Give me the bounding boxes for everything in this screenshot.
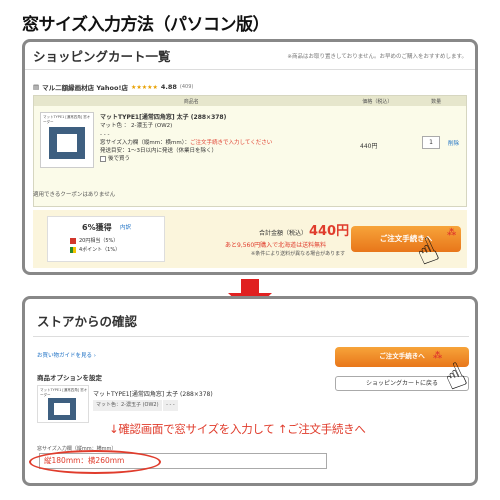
- rating-value: 4.88: [160, 83, 177, 91]
- col-price: 価格（税込）: [362, 98, 393, 105]
- points-box: 6%獲得 内訳 20円相当（5%） 4ポイント（1%）: [47, 216, 165, 262]
- thumb-label: マットTYPE1 [通常四角] 窓オーダー: [43, 115, 91, 124]
- product-thumbnail-2: マットTYPE1 [通常四角] 窓オーダー: [37, 385, 89, 423]
- table-header: 商品名 価格（税込） 数量: [34, 96, 466, 106]
- cart-panel: ショッピングカート一覧 ※商品はお取り置きしておりません。お早めのご購入をおすす…: [22, 39, 478, 275]
- paypay-icon: [70, 237, 76, 244]
- total-label: 合計金額（税込）: [259, 230, 308, 237]
- earn-detail-link[interactable]: 内訳: [120, 223, 131, 231]
- cart-notice: ※商品はお取り置きしておりません。お早めのご購入をおすすめします。: [287, 53, 467, 60]
- mat-frame-icon: [49, 127, 85, 159]
- cart-header: ショッピングカート一覧 ※商品はお取り置きしておりません。お早めのご購入をおすす…: [25, 42, 475, 70]
- confirm-panel: ストアからの確認 お買い物ガイドを見る › 商品オプションを設定 ご注文手続きへ…: [22, 296, 478, 486]
- earn-line-2-text: 4ポイント（1%）: [79, 247, 121, 253]
- save-later-checkbox[interactable]: [100, 155, 106, 162]
- store-icon: ▤: [33, 83, 40, 91]
- rating-stars: ★★★★★: [130, 83, 158, 91]
- page-title: 窓サイズ入力方法（パソコン版）: [22, 15, 270, 35]
- product-name-2: マットTYPE1[通常四角窓] 太子 (288×378): [93, 391, 213, 398]
- product-color: マット色 ： 2-濃玉子 (OW2): [100, 123, 173, 130]
- product-name[interactable]: マットTYPE1[通常四角窓] 太子 (288×378): [100, 114, 272, 122]
- window-size-label: 窓サイズ入力欄（縦mm：横mm）：: [100, 139, 191, 146]
- checkout-button[interactable]: ご注文手続きへ: [351, 226, 461, 252]
- mat-frame-icon-2: [48, 398, 76, 420]
- divider: [33, 336, 469, 337]
- col-qty: 数量: [431, 98, 442, 105]
- product-info: マットTYPE1[通常四角窓] 太子 (288×378) マット色 ： 2-濃玉…: [100, 114, 272, 164]
- earn-percent: 6%獲得: [82, 223, 112, 232]
- guide-link[interactable]: お買い物ガイドを見る ›: [37, 351, 96, 359]
- window-size-row: 窓サイズ入力欄（縦mm：横mm）：ご注文手続きで入力してください: [100, 139, 272, 147]
- cart-title: ショッピングカート一覧: [33, 49, 171, 64]
- save-for-later[interactable]: 後で買う: [100, 155, 272, 163]
- free-shipping-note: あと9,560円購入で北海道は送料無料: [225, 242, 327, 249]
- save-later-label: 後で買う: [108, 156, 131, 163]
- total-row: 合計金額（税込） 440円: [259, 220, 349, 239]
- instruction-annotation: ↓確認画面で窓サイズを入力して ↑ご注文手続きへ: [109, 422, 366, 436]
- product-thumbnail[interactable]: マットTYPE1 [通常四角] 窓オーダー: [40, 112, 94, 168]
- shipping-condition-note: ※条件により送料が異なる場合があります: [251, 251, 346, 257]
- thumb-label-2: マットTYPE1 [通常四角] 窓オーダー: [40, 388, 88, 397]
- earn-line-1-text: 20円相当（5%）: [79, 238, 119, 244]
- store-row: ▤ マル二額縁画材店 Yahoo!店 ★★★★★ 4.88 (409): [33, 82, 193, 92]
- click-spark-icon: ⁂: [447, 228, 457, 238]
- confirm-title: ストアからの確認: [37, 314, 138, 329]
- options-label: 商品オプションを設定: [37, 374, 102, 382]
- item-price: 440円: [360, 143, 378, 150]
- coupon-text: 適用できるクーポンはありません: [33, 192, 116, 198]
- store-name[interactable]: マル二額縁画材店 Yahoo!店: [42, 82, 128, 92]
- total-value: 440円: [308, 224, 350, 239]
- delete-link[interactable]: 削除: [448, 139, 459, 147]
- product-dash-2: - - -: [163, 400, 178, 411]
- window-size-hint: ご注文手続きで入力してください: [190, 139, 273, 146]
- highlight-ellipse: [29, 450, 161, 474]
- product-meta-2: マット色：2-濃玉子 (OW2) - - -: [93, 400, 213, 411]
- col-product: 商品名: [183, 98, 199, 105]
- product-dash: - - -: [100, 131, 110, 138]
- earn-line-1: 20円相当（5%）: [70, 237, 118, 244]
- click-spark-icon-2: ⁂: [433, 351, 443, 361]
- shipping-estimate: 発送目安：1～3日以内に発送（休業日を除く）: [100, 148, 218, 155]
- product-info-2: マットTYPE1[通常四角窓] 太子 (288×378) マット色：2-濃玉子 …: [93, 389, 213, 411]
- tpoint-icon: [70, 246, 76, 253]
- summary-area: 6%獲得 内訳 20円相当（5%） 4ポイント（1%） 合計金額（税込） 440…: [33, 210, 467, 275]
- rating-count: (409): [179, 84, 194, 90]
- product-color-2: マット色：2-濃玉子 (OW2): [93, 400, 162, 411]
- earn-line-2: 4ポイント（1%）: [70, 246, 120, 253]
- quantity-input[interactable]: 1: [422, 136, 440, 149]
